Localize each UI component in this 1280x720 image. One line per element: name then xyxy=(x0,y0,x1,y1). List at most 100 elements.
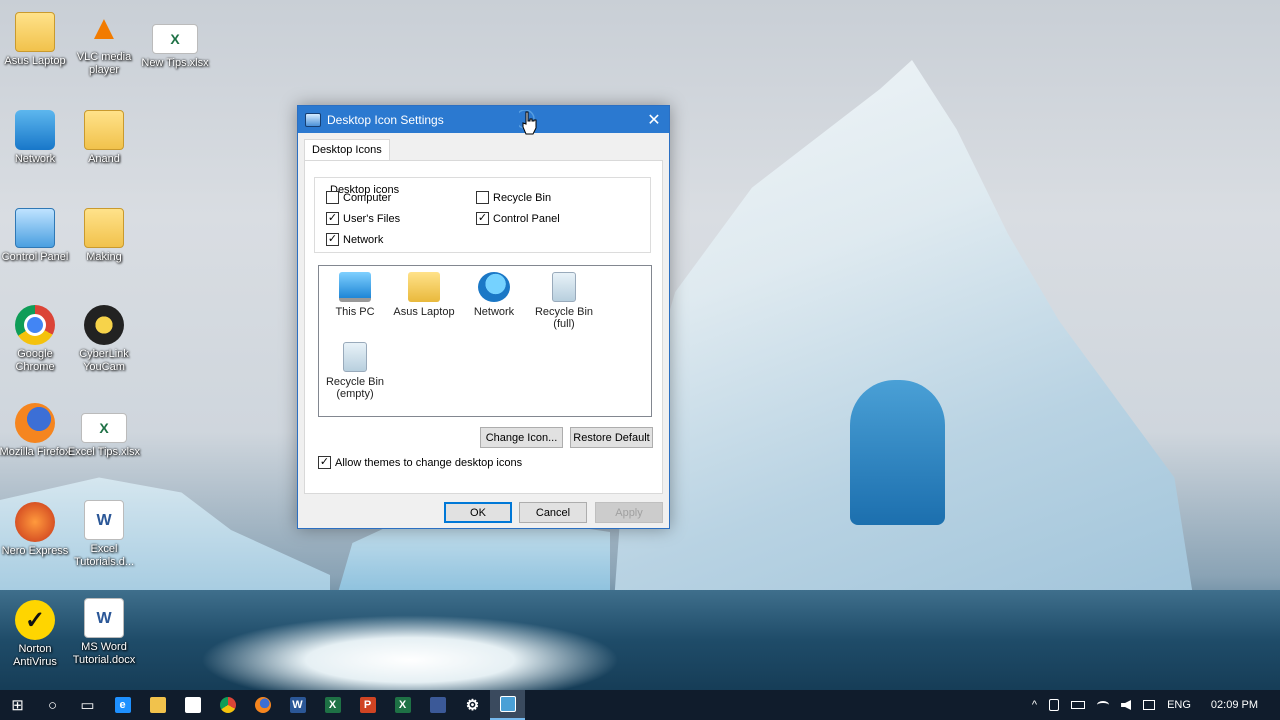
close-icon: ✕ xyxy=(647,111,661,129)
dialog-titlebar[interactable]: Desktop Icon Settings ✕ xyxy=(298,106,669,133)
close-button[interactable]: ✕ xyxy=(639,106,669,133)
display-settings-icon xyxy=(499,696,516,712)
word-file-icon: W xyxy=(84,598,124,638)
desktop-icon-youcam[interactable]: CyberLink YouCam xyxy=(66,305,142,374)
desktop-icons-group: Desktop icons Computer Recycle Bin ✓ Use… xyxy=(314,177,651,253)
preview-label: This PC xyxy=(335,306,375,318)
desktop-icon-excel-tutorials[interactable]: W Excel Tutorials.d... xyxy=(66,500,142,569)
recycle-bin-empty-icon xyxy=(343,342,367,372)
tray-clock[interactable]: 02:09 PM xyxy=(1197,690,1280,720)
tray-battery[interactable] xyxy=(1065,690,1091,720)
checkbox-box[interactable] xyxy=(326,191,339,204)
start-button[interactable]: ⊞ xyxy=(0,690,35,720)
preview-label: Recycle Bin (empty) xyxy=(325,376,385,400)
wallpaper-sea xyxy=(0,590,1280,690)
taskbar-app-word[interactable]: W xyxy=(280,690,315,720)
desktop-icon-norton[interactable]: ✓ Norton AntiVirus xyxy=(0,600,73,669)
taskbar-app-powerpoint[interactable]: P xyxy=(350,690,385,720)
ok-button[interactable]: OK xyxy=(444,502,512,523)
taskbar-app-display-settings[interactable] xyxy=(490,690,525,720)
tab-desktop-icons[interactable]: Desktop Icons xyxy=(304,139,390,161)
preview-this-pc[interactable]: This PC xyxy=(317,272,393,318)
computer-icon xyxy=(339,272,371,302)
chevron-up-icon: ^ xyxy=(1031,699,1038,711)
preview-network[interactable]: Network xyxy=(456,272,532,318)
desktop-icon-label: Control Panel xyxy=(1,251,69,263)
tray-language[interactable]: ENG xyxy=(1161,690,1197,720)
user-folder-icon xyxy=(408,272,440,302)
desktop-icon-firefox[interactable]: Mozilla Firefox xyxy=(0,403,73,459)
checkbox-recycle-bin[interactable]: Recycle Bin xyxy=(476,191,551,204)
powerpoint-icon: P xyxy=(359,697,376,713)
desktop-icon-ms-word-tutorial[interactable]: W MS Word Tutorial.docx xyxy=(66,598,142,667)
desktop-icon-making[interactable]: Making xyxy=(66,208,142,264)
taskbar-app-edge[interactable]: e xyxy=(105,690,140,720)
desktop-icon-vlc[interactable]: ▲ VLC media player xyxy=(66,8,142,77)
cancel-button[interactable]: Cancel xyxy=(519,502,587,523)
preview-recycle-bin-empty[interactable]: Recycle Bin (empty) xyxy=(317,342,393,400)
task-view-button[interactable]: ▭ xyxy=(70,690,105,720)
dialog-title: Desktop Icon Settings xyxy=(327,112,444,127)
cortana-icon: ○ xyxy=(47,696,58,714)
tray-bluetooth[interactable] xyxy=(1043,690,1065,720)
restore-default-button[interactable]: Restore Default xyxy=(570,427,653,448)
desktop-icon-control-panel[interactable]: Control Panel xyxy=(0,208,73,264)
tray-action-center[interactable] xyxy=(1137,690,1161,720)
tab-panel-desktop-icons: Desktop icons Computer Recycle Bin ✓ Use… xyxy=(304,160,663,494)
checkbox-box[interactable]: ✓ xyxy=(476,212,489,225)
word-file-icon: W xyxy=(84,500,124,540)
checkbox-control-panel[interactable]: ✓ Control Panel xyxy=(476,212,560,225)
checkbox-users-files[interactable]: ✓ User's Files xyxy=(326,212,400,225)
checkbox-box[interactable] xyxy=(476,191,489,204)
battery-icon xyxy=(1071,701,1086,709)
desktop-icon-nero[interactable]: Nero Express xyxy=(0,502,73,558)
checkbox-label: Recycle Bin xyxy=(493,191,552,204)
checkbox-box[interactable]: ✓ xyxy=(318,456,331,469)
taskbar-app-excel[interactable]: X xyxy=(315,690,350,720)
tray-volume[interactable] xyxy=(1115,690,1137,720)
desktop-icon-asus-laptop[interactable]: Asus Laptop xyxy=(0,12,73,68)
cortana-button[interactable]: ○ xyxy=(35,690,70,720)
notification-icon xyxy=(1143,700,1156,710)
tray-app-icon xyxy=(1049,699,1060,711)
desktop-icon-label: Excel Tutorials.d... xyxy=(73,543,135,568)
preview-recycle-bin-full[interactable]: Recycle Bin (full) xyxy=(526,272,602,330)
taskbar-app-chrome[interactable] xyxy=(210,690,245,720)
network-icon xyxy=(15,110,55,150)
desktop-icon-new-tips[interactable]: X New Tips.xlsx xyxy=(137,24,213,70)
tray-overflow-button[interactable]: ^ xyxy=(1026,690,1043,720)
taskbar-app-settings[interactable]: ⚙ xyxy=(455,690,490,720)
checkbox-allow-themes[interactable]: ✓ Allow themes to change desktop icons xyxy=(318,456,522,469)
excel-file-icon: X xyxy=(81,413,127,443)
preview-label: Asus Laptop xyxy=(393,306,455,318)
checkbox-computer[interactable]: Computer xyxy=(326,191,391,204)
checkbox-box[interactable]: ✓ xyxy=(326,212,339,225)
taskbar-app-file-explorer[interactable] xyxy=(140,690,175,720)
checkbox-network[interactable]: ✓ Network xyxy=(326,233,383,246)
taskbar-app-blue[interactable] xyxy=(420,690,455,720)
hand-cursor-icon xyxy=(519,110,537,135)
icon-preview-list[interactable]: This PC Asus Laptop Network Recycle Bin … xyxy=(318,265,652,417)
taskbar-app-excel-2[interactable]: X xyxy=(385,690,420,720)
change-icon-button[interactable]: Change Icon... xyxy=(480,427,563,448)
desktop-icon-network[interactable]: Network xyxy=(0,110,73,166)
taskbar-app-firefox[interactable] xyxy=(245,690,280,720)
desktop-icon-excel-tips[interactable]: X Excel Tips.xlsx xyxy=(66,413,142,459)
desktop-icon-chrome[interactable]: Google Chrome xyxy=(0,305,73,374)
taskbar: ⊞ ○ ▭ e W X P X ⚙ ^ ENG 02:09 PM xyxy=(0,690,1280,720)
store-icon xyxy=(184,697,201,713)
vlc-icon: ▲ xyxy=(87,8,121,47)
preview-asus-laptop[interactable]: Asus Laptop xyxy=(386,272,462,318)
speaker-icon xyxy=(1121,700,1132,710)
desktop-icon-label: VLC media player xyxy=(76,51,132,76)
desktop-icon-anand[interactable]: Anand xyxy=(66,110,142,166)
tray-network[interactable] xyxy=(1091,690,1115,720)
desktop-icon-label: Excel Tips.xlsx xyxy=(67,446,141,458)
taskbar-app-store[interactable] xyxy=(175,690,210,720)
file-explorer-icon xyxy=(149,697,166,713)
chrome-icon xyxy=(15,305,55,345)
desktop-icon-label: Anand xyxy=(88,153,120,165)
apply-button[interactable]: Apply xyxy=(595,502,663,523)
chrome-icon xyxy=(219,697,236,713)
checkbox-box[interactable]: ✓ xyxy=(326,233,339,246)
